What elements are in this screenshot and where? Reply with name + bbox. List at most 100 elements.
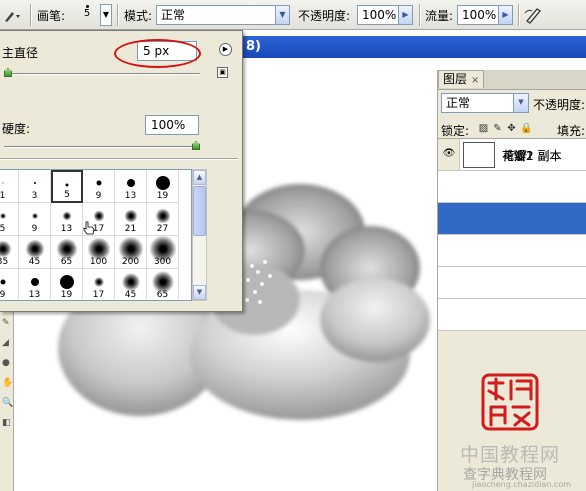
brush-tip-icon (59, 275, 74, 289)
brush-preset-cell[interactable]: 300 (147, 235, 179, 269)
fill-label: 填充: (557, 124, 586, 138)
lock-all-icon[interactable]: 🔒 (520, 123, 532, 134)
flow-value: 100% (462, 8, 497, 22)
brush-preset-cell[interactable]: 65 (51, 236, 83, 269)
seal-stamp (481, 373, 539, 431)
blend-mode-select[interactable]: 正常 ▼ (441, 93, 529, 113)
brush-preset-cell[interactable]: 200 (115, 236, 147, 269)
lock-transparency-icon[interactable]: ▨ (478, 123, 489, 134)
brush-picker-dropdown[interactable]: ▼ (100, 4, 112, 26)
tab-layers-label: 图层 (443, 72, 468, 86)
brush-preset-size: 5 (0, 224, 6, 234)
flow-input[interactable]: 100% (457, 5, 499, 25)
brush-preset-size: 19 (60, 290, 73, 300)
eye-icon[interactable]: 👁 (440, 147, 458, 161)
brush-preset-size: 19 (156, 191, 169, 201)
brush-tip-icon (62, 211, 71, 221)
brush-preset-cell[interactable]: 5 (0, 203, 19, 236)
brush-preview[interactable]: 5 (79, 3, 95, 27)
brush-preset-size: 9 (31, 224, 38, 234)
brush-preset-cell[interactable]: 13 (51, 203, 83, 236)
layer-row[interactable]: 👁花心 (438, 139, 586, 235)
layer-opacity-label: 不透明度: (533, 98, 586, 112)
panel-tabs: 图层 × (438, 70, 586, 90)
layer-row[interactable]: 👁 背景 (438, 139, 586, 331)
brush-tip-icon (93, 277, 104, 287)
lock-pixels-icon[interactable]: ✎ (492, 123, 503, 134)
tool-icon[interactable]: ◢ (2, 338, 12, 350)
brush-tip-icon (31, 213, 38, 219)
brush-preset-size: 13 (60, 224, 73, 234)
brush-preset-cell[interactable]: 9 (0, 269, 19, 300)
brush-tip-icon (30, 278, 39, 286)
brush-preset-cell[interactable]: 27 (147, 203, 179, 236)
slider-thumb[interactable] (3, 68, 12, 77)
brush-preset-cell[interactable]: 45 (19, 236, 51, 269)
toolbox: ✎ ◢ ● ✋ 🔍 ◧ (0, 310, 14, 491)
airbrush-icon[interactable] (523, 5, 545, 25)
divider (0, 158, 238, 160)
brush-tip-icon (93, 210, 104, 222)
brush-preset-cell[interactable]: 5 (51, 170, 83, 203)
brush-preset-size: 65 (156, 290, 169, 300)
brush-tip-icon (0, 279, 5, 285)
brush-preset-grid: 1359131959131721273545651002003009131917… (0, 169, 192, 301)
document-titlebar[interactable]: 8) (240, 36, 586, 58)
close-icon[interactable]: × (471, 75, 479, 86)
brush-preset-size: 1 (0, 191, 6, 201)
popup-menu-button[interactable]: ▶ (219, 43, 232, 56)
opacity-input[interactable]: 100% (357, 5, 399, 25)
layer-row[interactable]: 👁花瓣2 副本 (438, 139, 586, 267)
tool-icon[interactable]: ✎ (2, 318, 12, 330)
hardness-input[interactable]: 100% (145, 115, 199, 135)
save-preset-icon[interactable]: ▣ (217, 67, 228, 78)
brush-preset-cell[interactable]: 9 (19, 203, 51, 236)
tool-icon[interactable]: 🔍 (2, 398, 13, 410)
mode-select[interactable]: 正常 ▼ (156, 5, 290, 25)
hardness-label: 硬度: (2, 122, 31, 136)
preset-scrollbar[interactable]: ▲ ▼ (192, 169, 207, 301)
tool-icon[interactable]: ● (2, 358, 12, 370)
brush-preset-size: 9 (95, 191, 102, 201)
brush-preset-cell[interactable]: 19 (147, 170, 179, 203)
layer-name: 背景 (502, 149, 527, 163)
tool-icon[interactable]: ✋ (2, 378, 13, 390)
brush-preset-cell[interactable]: 13 (19, 269, 51, 300)
brush-preset-cell[interactable]: 9 (83, 170, 115, 203)
hardness-value: 100% (151, 118, 186, 132)
master-diameter-slider[interactable] (4, 73, 200, 75)
layers-panel: 图层× 正常 ▼ 不透明度: 锁定: ▨ ✎ ✥ 🔒 填充: 👁花瓣1👁花瓣1 … (437, 70, 586, 491)
brush-tool-icon[interactable] (2, 6, 24, 24)
scroll-down-icon[interactable]: ▼ (193, 285, 206, 300)
brush-preset-cell[interactable]: 21 (115, 203, 147, 236)
brush-preset-cell[interactable]: 45 (115, 269, 147, 300)
scroll-up-icon[interactable]: ▲ (193, 170, 206, 185)
opacity-slider-button[interactable]: ▶ (398, 5, 413, 25)
brush-preset-cell[interactable]: 13 (115, 170, 147, 203)
layer-row[interactable]: 👁花瓣1 副本 (438, 139, 586, 203)
brush-preset-cell[interactable]: 3 (19, 170, 51, 203)
scroll-thumb[interactable] (193, 186, 206, 236)
brush-preset-picker: 主直径 5 px ▶ ▣ 硬度: 100% 1 3 5 9 13 19 5 9 13 17 21 27… (0, 30, 243, 312)
separator (419, 4, 421, 26)
brush-preset-cell[interactable]: 17 (83, 269, 115, 300)
brush-preset-cell[interactable]: 35 (0, 236, 19, 269)
layer-row[interactable]: 👁花瓣2 (438, 139, 586, 299)
tool-icon[interactable]: ◧ (2, 418, 12, 430)
brush-preset-cell[interactable]: 100 (83, 236, 115, 269)
tab-layers[interactable]: 图层 × (438, 70, 484, 88)
separator (518, 4, 520, 26)
slider-thumb[interactable] (192, 141, 200, 150)
brush-preset-size: 13 (124, 191, 137, 201)
mode-label: 模式: (124, 9, 153, 23)
brush-preset-size: 300 (153, 257, 172, 267)
flow-slider-button[interactable]: ▶ (498, 5, 513, 25)
lock-position-icon[interactable]: ✥ (506, 123, 517, 134)
layer-thumbnail (463, 142, 495, 168)
brush-tip-icon (25, 239, 44, 259)
hardness-slider[interactable] (4, 146, 200, 148)
brush-preset-cell[interactable]: 65 (147, 269, 179, 300)
brush-preset-cell[interactable]: 1 (0, 170, 19, 203)
separator (30, 4, 32, 26)
brush-preset-cell[interactable]: 19 (51, 269, 83, 300)
